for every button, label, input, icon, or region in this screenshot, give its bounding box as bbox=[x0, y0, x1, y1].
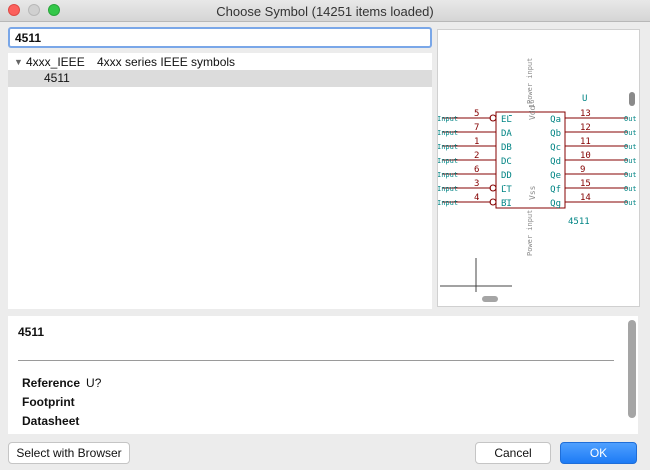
library-description: 4xxx series IEEE symbols bbox=[97, 55, 236, 69]
pin-name: DC bbox=[501, 157, 512, 167]
power-pin-vdd-type: Power input bbox=[526, 58, 534, 104]
pin-name: DB bbox=[501, 143, 512, 153]
pin-type-input: Input bbox=[438, 129, 458, 137]
reference-label: Reference bbox=[22, 376, 81, 390]
title-bar: Choose Symbol (14251 items loaded) bbox=[0, 0, 650, 22]
pin-name: EL bbox=[501, 115, 512, 125]
pin-number: 4 bbox=[474, 193, 479, 203]
pin-name: DD bbox=[501, 171, 512, 181]
pin-number: 11 bbox=[580, 137, 591, 147]
pin-name: Qe bbox=[550, 171, 561, 181]
pin-type-output: Out bbox=[624, 171, 637, 179]
pin-number: 2 bbox=[474, 151, 479, 161]
pin-number: 1 bbox=[474, 137, 479, 147]
pin-type-input: Input bbox=[438, 185, 458, 193]
pin-type-output: Out bbox=[624, 115, 637, 123]
footprint-label: Footprint bbox=[22, 395, 75, 409]
pin-type-output: Out bbox=[624, 199, 637, 207]
select-with-browser-button[interactable]: Select with Browser bbox=[8, 442, 130, 464]
schematic-symbol: U 4511 5 EL Input 7 DA Input 1 DB Input 2 DC Input 6 DD… bbox=[438, 58, 637, 292]
pin-number: 7 bbox=[474, 123, 479, 133]
power-pin-vss-type: Power input bbox=[526, 210, 534, 256]
search-input[interactable] bbox=[8, 27, 432, 48]
pin-number: 6 bbox=[474, 165, 479, 175]
pin-type-output: Out bbox=[624, 157, 637, 165]
symbol-tree[interactable]: ▼ 4xxx_IEEE 4xxx series IEEE symbols 451… bbox=[8, 53, 432, 309]
pin-type-input: Input bbox=[438, 143, 458, 151]
preview-vertical-scrollbar[interactable] bbox=[629, 92, 635, 106]
symbol-name: 4511 bbox=[44, 71, 70, 85]
ok-button[interactable]: OK bbox=[560, 442, 637, 464]
pin-name: Qd bbox=[550, 157, 561, 167]
symbol-preview[interactable]: U 4511 5 EL Input 7 DA Input 1 DB Input 2 DC Input 6 DD… bbox=[437, 29, 640, 307]
pin-name: LT bbox=[501, 185, 512, 195]
pin-number: 15 bbox=[580, 179, 591, 189]
pin-number: 9 bbox=[580, 165, 585, 175]
pin-type-output: Out bbox=[624, 143, 637, 151]
pin-name: Qg bbox=[550, 199, 561, 209]
pin-name: Qa bbox=[550, 115, 561, 125]
details-divider bbox=[18, 360, 614, 361]
pin-number: 12 bbox=[580, 123, 591, 133]
cancel-button[interactable]: Cancel bbox=[475, 442, 551, 464]
reference-value: U? bbox=[86, 376, 102, 390]
tree-library-row[interactable]: ▼ 4xxx_IEEE 4xxx series IEEE symbols bbox=[8, 54, 432, 71]
pin-name: Qb bbox=[550, 129, 561, 139]
pin-number: 3 bbox=[474, 179, 479, 189]
window-title: Choose Symbol (14251 items loaded) bbox=[216, 4, 434, 19]
pin-type-input: Input bbox=[438, 171, 458, 179]
pin-number: 13 bbox=[580, 109, 591, 119]
symbol-value: 4511 bbox=[568, 217, 590, 227]
details-reference-row: Reference U? bbox=[22, 376, 101, 390]
pin-name: Qf bbox=[550, 185, 561, 195]
pin-name: DA bbox=[501, 129, 512, 139]
pin-number: 14 bbox=[580, 193, 591, 203]
pin-type-output: Out bbox=[624, 185, 637, 193]
symbol-details-panel: 4511 Reference U? Footprint Datasheet bbox=[8, 316, 638, 434]
pin-number: 5 bbox=[474, 109, 479, 119]
expand-triangle-icon[interactable]: ▼ bbox=[14, 54, 23, 71]
pin-number: 10 bbox=[580, 151, 591, 161]
preview-horizontal-scrollbar[interactable] bbox=[482, 296, 498, 302]
pin-name: Qc bbox=[550, 143, 561, 153]
pin-type-input: Input bbox=[438, 157, 458, 165]
tree-symbol-row[interactable]: 4511 bbox=[8, 70, 432, 87]
pin-type-output: Out bbox=[624, 129, 637, 137]
datasheet-label: Datasheet bbox=[22, 414, 80, 428]
pin-type-input: Input bbox=[438, 115, 458, 123]
pin-name: BI bbox=[501, 199, 512, 209]
symbol-reference: U bbox=[582, 94, 587, 104]
details-symbol-name: 4511 bbox=[18, 325, 45, 339]
library-name: 4xxx_IEEE bbox=[26, 55, 85, 69]
details-scrollbar[interactable] bbox=[628, 320, 636, 418]
power-pin-vss-name: Vss bbox=[528, 185, 537, 200]
pin-type-input: Input bbox=[438, 199, 458, 207]
